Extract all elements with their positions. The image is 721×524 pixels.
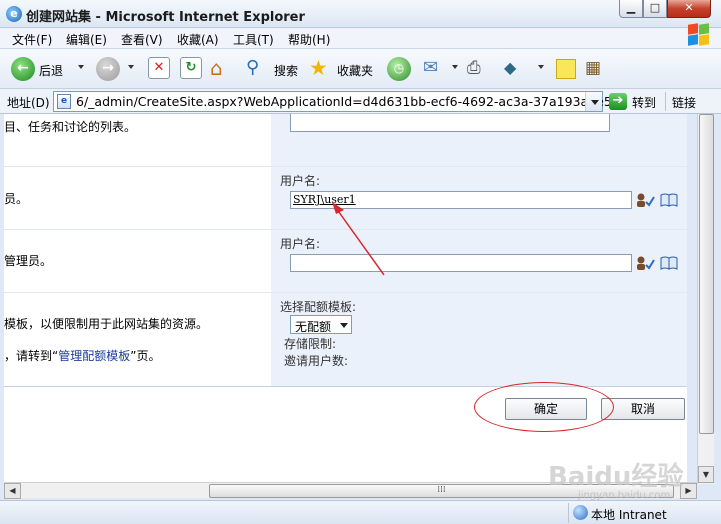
page-content: 目、任务和讨论的列表。 员。 用户名: SYRJ\user1 管理员。 用户名:…: [4, 114, 687, 482]
toolbar: ← 后退 → ✕ ↻ ⌂ ⚲ 搜索 ★ 收藏夹 ◷ ✉ ⎙ ◆ ▦: [0, 49, 721, 89]
chevron-down-icon: [340, 323, 348, 328]
print-icon[interactable]: ⎙: [467, 57, 491, 81]
security-zone-text: 本地 Intranet: [591, 508, 667, 522]
scroll-left-icon[interactable]: ◀: [4, 483, 21, 499]
check-names-icon[interactable]: [635, 192, 655, 208]
annotation-ellipse: [474, 382, 614, 432]
quota-description: 模板，以便限制用于此网站集的资源。: [4, 317, 209, 331]
row-divider: [4, 292, 687, 293]
quota-template-select[interactable]: 无配额: [290, 315, 352, 334]
address-url[interactable]: 6/_admin/CreateSite.aspx?WebApplicationI…: [76, 94, 628, 109]
security-zone: 本地 Intranet: [568, 503, 718, 523]
page-icon: e: [57, 94, 71, 109]
favorites-star-icon[interactable]: ★: [309, 57, 333, 81]
status-bar: 本地 Intranet: [0, 500, 721, 524]
scroll-down-icon[interactable]: ▼: [698, 466, 714, 483]
top-textbox[interactable]: [290, 114, 610, 132]
browse-address-book-icon[interactable]: [660, 193, 678, 207]
address-input[interactable]: e 6/_admin/CreateSite.aspx?WebApplicatio…: [53, 91, 628, 112]
home-icon[interactable]: ⌂: [210, 57, 234, 81]
menu-view[interactable]: 查看(V): [121, 31, 163, 48]
browse-address-book-icon[interactable]: [660, 256, 678, 270]
windows-logo-icon: [688, 23, 710, 46]
secondary-admin-description: 管理员。: [4, 254, 53, 268]
messenger-dropdown-icon[interactable]: [538, 65, 544, 69]
address-label: 地址(D): [7, 96, 50, 110]
go-button[interactable]: 转到: [632, 94, 656, 111]
forward-arrow-icon[interactable]: →: [96, 57, 120, 81]
address-bar: 地址(D) e 6/_admin/CreateSite.aspx?WebAppl…: [0, 89, 721, 114]
ie-app-icon: e: [6, 6, 22, 22]
back-dropdown-icon[interactable]: [78, 65, 84, 69]
quota-link-line: ，请转到“管理配额模板”页。: [4, 347, 160, 364]
annotation-arrow: [332, 202, 385, 276]
close-button[interactable]: ✕: [667, 0, 711, 18]
title-bar: e 创建网站集 - Microsoft Internet Explorer ▁ …: [0, 0, 721, 28]
menu-edit[interactable]: 编辑(E): [66, 31, 107, 48]
history-icon[interactable]: ◷: [387, 57, 411, 81]
primary-admin-username-label: 用户名:: [280, 174, 321, 188]
search-icon[interactable]: ⚲: [246, 57, 270, 81]
links-button[interactable]: 链接: [672, 94, 696, 111]
go-arrow-icon[interactable]: ➔: [609, 93, 627, 110]
baidu-watermark-url: jingyan.baidu.com: [578, 490, 671, 501]
baidu-watermark: Baidu经验: [548, 462, 684, 492]
quota-template-label: 选择配额模板:: [280, 300, 357, 314]
minimize-button[interactable]: ▁: [619, 0, 643, 18]
search-label[interactable]: 搜索: [274, 62, 298, 79]
address-separator: [665, 92, 666, 111]
top-description: 目、任务和讨论的列表。: [4, 120, 137, 134]
menu-help[interactable]: 帮助(H): [288, 31, 330, 48]
row-divider: [4, 166, 687, 167]
mail-dropdown-icon[interactable]: [452, 65, 458, 69]
maximize-button[interactable]: □: [643, 0, 667, 18]
address-dropdown-icon[interactable]: [585, 92, 602, 111]
check-names-icon[interactable]: [635, 255, 655, 271]
menu-file[interactable]: 文件(F): [12, 31, 52, 48]
storage-limit-label: 存储限制:: [284, 337, 337, 351]
stop-icon[interactable]: ✕: [148, 57, 170, 79]
menu-bar: 文件(F) 编辑(E) 查看(V) 收藏(A) 工具(T) 帮助(H): [0, 28, 721, 49]
research-icon[interactable]: ▦: [585, 57, 607, 81]
invited-users-label: 邀请用户数:: [284, 354, 349, 368]
quota-link-prefix: ，请转到“: [4, 349, 59, 363]
manage-quota-templates-link[interactable]: 管理配额模板: [58, 349, 130, 363]
refresh-icon[interactable]: ↻: [180, 57, 202, 79]
primary-admin-description: 员。: [4, 192, 29, 206]
menu-favorites[interactable]: 收藏(A): [177, 31, 219, 48]
vertical-scrollbar-thumb[interactable]: [699, 114, 714, 434]
quota-template-selected: 无配额: [295, 320, 332, 334]
intranet-globe-icon: [573, 505, 588, 520]
forward-dropdown-icon[interactable]: [128, 65, 134, 69]
back-arrow-icon[interactable]: ←: [11, 57, 35, 81]
back-label[interactable]: 后退: [39, 62, 63, 79]
messenger-icon[interactable]: ◆: [504, 57, 526, 81]
window-title: 创建网站集 - Microsoft Internet Explorer: [26, 10, 305, 25]
quota-link-suffix: ”页。: [130, 349, 161, 363]
secondary-admin-username-label: 用户名:: [280, 237, 321, 251]
note-icon[interactable]: [556, 59, 576, 79]
mail-icon[interactable]: ✉: [423, 57, 449, 81]
favorites-label[interactable]: 收藏夹: [337, 62, 373, 79]
vertical-scrollbar[interactable]: ▼: [697, 114, 714, 484]
menu-tools[interactable]: 工具(T): [233, 31, 274, 48]
